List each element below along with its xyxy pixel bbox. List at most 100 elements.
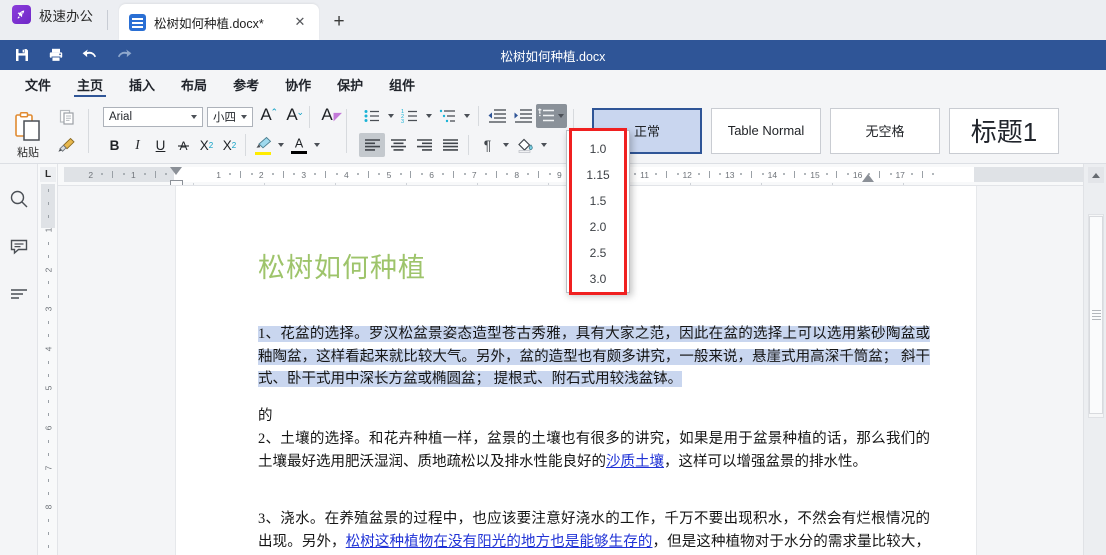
vertical-ruler-number-row: 1 bbox=[38, 224, 58, 237]
paragraph-2[interactable]: 2、土壤的选择。和花卉种植一样，盆景的土壤也有很多的讲究，如果是用于盆景种植的话… bbox=[258, 428, 930, 473]
vertical-ruler-number-row: 2 bbox=[38, 263, 58, 276]
align-justify-icon[interactable] bbox=[437, 133, 463, 157]
ruler-tick bbox=[378, 173, 380, 175]
style-heading-1[interactable]: 标题1 bbox=[949, 108, 1059, 154]
bullet-list-icon[interactable] bbox=[359, 104, 385, 128]
line-spacing-option-2-5[interactable]: 2.5 bbox=[567, 240, 629, 266]
paragraph-3-hyperlink[interactable]: 松树这种植物在没有阳光的地方也是能够生存的 bbox=[346, 534, 653, 550]
superscript-button[interactable]: X2 bbox=[195, 134, 218, 156]
paragraph-group: 123 bbox=[353, 101, 580, 161]
font-size-input[interactable]: 小四 bbox=[207, 107, 253, 127]
menu-item-home[interactable]: 主页 bbox=[64, 70, 116, 98]
shading-bucket-icon[interactable] bbox=[512, 133, 538, 157]
paragraph-3[interactable]: 3、浇水。在养殖盆景的过程中，也应该要注意好浇水的工作，千万不要出现积水，不然会… bbox=[258, 508, 930, 555]
ruler-tick bbox=[240, 171, 241, 178]
bold-button[interactable]: B bbox=[103, 134, 126, 156]
chevron-down-icon[interactable] bbox=[190, 113, 199, 122]
chevron-down-icon[interactable] bbox=[240, 113, 249, 122]
clear-formatting-label: A bbox=[321, 105, 332, 125]
line-spacing-option-1-5[interactable]: 1.5 bbox=[567, 188, 629, 214]
quick-access-toolbar bbox=[0, 42, 140, 68]
multilevel-list-icon[interactable] bbox=[435, 104, 461, 128]
svg-text:¶: ¶ bbox=[483, 137, 491, 153]
line-spacing-option-3-0[interactable]: 3.0 bbox=[567, 266, 629, 292]
menu-item-insert[interactable]: 插入 bbox=[116, 70, 168, 98]
vertical-ruler-number-row: 6 bbox=[38, 421, 58, 434]
chevron-down-icon[interactable] bbox=[556, 104, 566, 128]
line-spacing-option-1-15[interactable]: 1.15 bbox=[567, 162, 629, 188]
vertical-ruler-tick-row bbox=[38, 474, 58, 487]
document-tab[interactable]: 松树如何种植.docx* ✕ bbox=[119, 4, 319, 40]
menu-item-file[interactable]: 文件 bbox=[12, 70, 64, 98]
ruler-tick bbox=[506, 173, 508, 175]
decrease-indent-icon[interactable] bbox=[484, 104, 510, 128]
clear-formatting-button[interactable]: A ◤ bbox=[314, 105, 340, 129]
redo-icon[interactable] bbox=[108, 42, 140, 68]
outline-icon[interactable] bbox=[6, 282, 32, 308]
underline-button[interactable]: U bbox=[149, 134, 172, 156]
italic-button[interactable]: I bbox=[126, 134, 149, 156]
vertical-ruler[interactable]: L 12345678 bbox=[38, 164, 58, 555]
format-painter-icon[interactable] bbox=[52, 132, 82, 158]
align-center-icon[interactable] bbox=[385, 133, 411, 157]
scroll-up-icon[interactable] bbox=[1088, 167, 1104, 183]
menu-item-components[interactable]: 组件 bbox=[376, 70, 428, 98]
font-family-input[interactable]: Arial bbox=[103, 107, 203, 127]
comment-icon[interactable] bbox=[6, 234, 32, 260]
highlight-color-swatch bbox=[255, 152, 271, 155]
menu-item-protect[interactable]: 保护 bbox=[324, 70, 376, 98]
vertical-ruler-tick-row bbox=[38, 435, 58, 448]
chevron-down-icon[interactable] bbox=[313, 141, 322, 150]
ruler-tick bbox=[783, 173, 785, 175]
paste-button[interactable]: 粘贴 bbox=[6, 102, 50, 160]
vertical-ruler-number: 1 bbox=[43, 228, 53, 233]
menu-item-layout[interactable]: 布局 bbox=[168, 70, 220, 98]
font-color-button[interactable]: A bbox=[286, 136, 322, 154]
increase-indent-icon[interactable] bbox=[510, 104, 536, 128]
chevron-down-icon[interactable] bbox=[385, 104, 397, 128]
line-spacing-option-1-0[interactable]: 1.0 bbox=[567, 136, 629, 162]
paragraph-2-hyperlink[interactable]: 沙质土壤 bbox=[606, 454, 664, 470]
subscript-button[interactable]: X2 bbox=[218, 134, 241, 156]
chevron-down-icon[interactable] bbox=[461, 104, 473, 128]
line-spacing-button[interactable] bbox=[536, 104, 567, 128]
ruler-tick bbox=[890, 173, 892, 175]
search-icon[interactable] bbox=[6, 186, 32, 212]
highlight-button[interactable] bbox=[250, 136, 286, 155]
chevron-down-icon[interactable] bbox=[423, 104, 435, 128]
style-no-spacing[interactable]: 无空格 bbox=[830, 108, 940, 154]
window-title: 松树如何种植.docx bbox=[0, 46, 1106, 65]
pilcrow-icon[interactable]: ¶ bbox=[474, 133, 500, 157]
font-family-value: Arial bbox=[109, 111, 190, 123]
strikethrough-button[interactable]: A bbox=[172, 134, 195, 156]
align-left-icon[interactable] bbox=[359, 133, 385, 157]
numbered-list-icon[interactable]: 123 bbox=[397, 104, 423, 128]
chevron-down-icon[interactable] bbox=[277, 141, 286, 150]
grow-font-button[interactable]: A ⌃ bbox=[253, 105, 279, 129]
shrink-font-button[interactable]: A ⌄ bbox=[279, 105, 305, 129]
chevron-down-icon[interactable] bbox=[500, 133, 512, 157]
vertical-ruler-tick bbox=[48, 189, 49, 192]
chevron-down-icon[interactable] bbox=[538, 133, 550, 157]
line-spacing-option-2-0[interactable]: 2.0 bbox=[567, 214, 629, 240]
copy-icon[interactable] bbox=[52, 104, 82, 130]
ruler-tick bbox=[922, 171, 923, 178]
save-icon[interactable] bbox=[6, 42, 38, 68]
vertical-scrollbar[interactable] bbox=[1083, 164, 1106, 555]
app-brand: 极速办公 bbox=[0, 0, 107, 40]
print-icon[interactable] bbox=[40, 42, 72, 68]
scrollbar-thumb[interactable] bbox=[1089, 216, 1103, 414]
close-icon[interactable]: ✕ bbox=[291, 13, 309, 31]
menu-item-collaborate[interactable]: 协作 bbox=[272, 70, 324, 98]
undo-icon[interactable] bbox=[74, 42, 106, 68]
paragraph-1[interactable]: 1、花盆的选择。罗汉松盆景姿态造型苍古秀雅，具有大家之范，因此在盆的选择上可以选… bbox=[258, 323, 930, 391]
line-spacing-dropdown[interactable]: 1.0 1.15 1.5 2.0 2.5 3.0 bbox=[566, 130, 630, 293]
ruler-corner-tab-stop[interactable]: L bbox=[40, 167, 56, 182]
ruler-number: 11 bbox=[640, 167, 649, 182]
new-tab-button[interactable]: + bbox=[325, 8, 353, 36]
style-table-normal[interactable]: Table Normal bbox=[711, 108, 821, 154]
right-indent-marker[interactable] bbox=[862, 174, 874, 182]
align-right-icon[interactable] bbox=[411, 133, 437, 157]
menu-item-reference[interactable]: 参考 bbox=[220, 70, 272, 98]
first-line-indent-marker[interactable] bbox=[170, 167, 182, 175]
